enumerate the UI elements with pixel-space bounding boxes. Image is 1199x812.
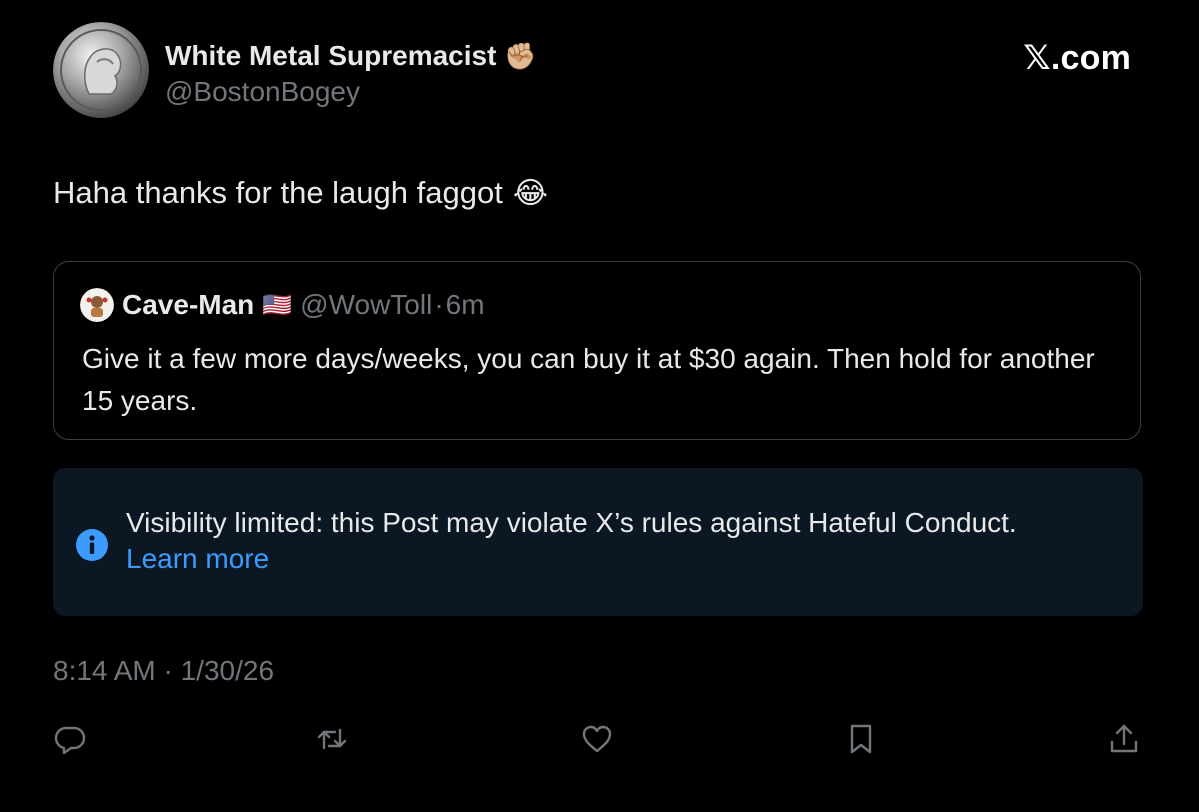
quoted-author-name[interactable]: Cave-Man — [122, 289, 254, 321]
quoted-author-handle[interactable]: @WowToll — [300, 289, 432, 321]
info-icon — [76, 529, 108, 561]
learn-more-link[interactable]: Learn more — [126, 541, 1126, 577]
like-icon[interactable] — [580, 722, 614, 756]
repost-icon[interactable] — [315, 722, 349, 756]
post-header: White Metal Supremacist ✊🏼 @BostonBogey … — [53, 22, 1143, 122]
author-display-name[interactable]: White Metal Supremacist — [165, 40, 496, 72]
quoted-post-header: Cave-Man 🇺🇸 @WowToll · 6m — [80, 288, 485, 322]
x-brand-logo: 𝕏.com — [1023, 39, 1131, 77]
action-bar — [53, 722, 1143, 762]
coin-avatar-icon[interactable] — [53, 22, 149, 118]
quoted-separator: · — [434, 289, 444, 320]
quoted-post-text: Give it a few more days/weeks, you can b… — [82, 343, 1095, 416]
author-block: White Metal Supremacist ✊🏼 @BostonBogey — [165, 38, 537, 108]
reply-icon[interactable] — [53, 722, 87, 756]
visibility-notice-text-block: Visibility limited: this Post may violat… — [126, 505, 1126, 577]
laughing-emoji-icon: 😂 — [512, 176, 548, 210]
raised-fist-emoji-icon: ✊🏼 — [504, 40, 537, 71]
post-body: Haha thanks for the laugh faggot 😂 — [53, 175, 548, 211]
author-name-row: White Metal Supremacist ✊🏼 — [165, 38, 537, 74]
us-flag-icon: 🇺🇸 — [262, 291, 293, 319]
share-icon[interactable] — [1107, 722, 1141, 756]
visibility-notice: Visibility limited: this Post may violat… — [53, 468, 1143, 616]
author-handle[interactable]: @BostonBogey — [165, 76, 537, 108]
post-text: Haha thanks for the laugh faggot — [53, 175, 503, 210]
visibility-notice-text: Visibility limited: this Post may violat… — [126, 507, 1017, 538]
quoted-post-time[interactable]: 6m — [446, 289, 485, 321]
post-timestamp[interactable]: 8:14 AM · 1/30/26 — [53, 655, 274, 687]
quoted-avatar-icon — [80, 288, 114, 322]
bookmark-icon[interactable] — [844, 722, 878, 756]
quoted-post[interactable]: Cave-Man 🇺🇸 @WowToll · 6m Give it a few mo… — [53, 261, 1141, 440]
